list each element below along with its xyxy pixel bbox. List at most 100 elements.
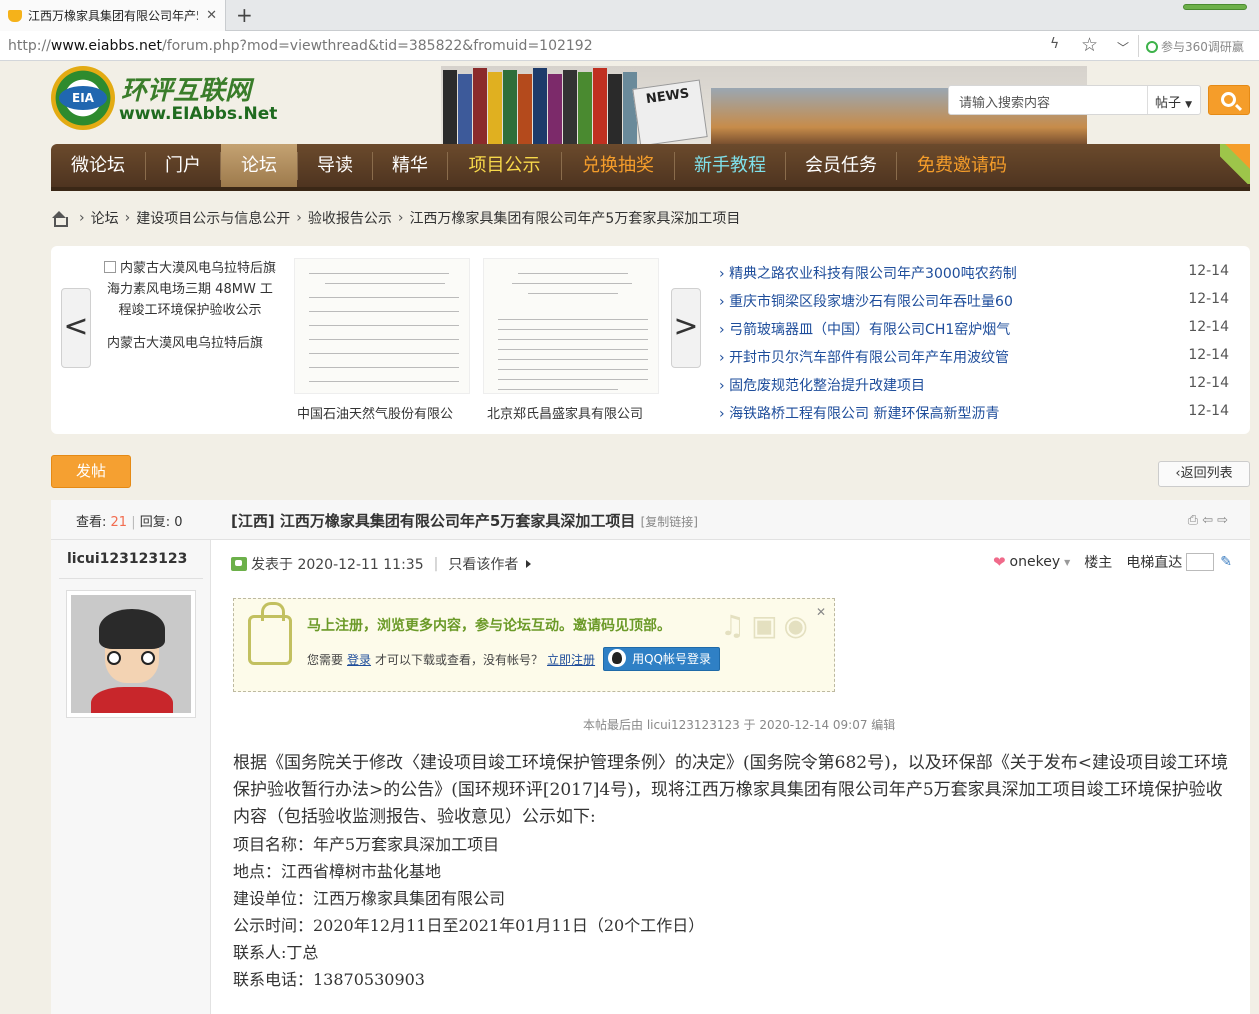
slider-next-button[interactable]: > xyxy=(671,288,701,368)
news-date: 12-14 xyxy=(1188,347,1229,363)
breadcrumb-category[interactable]: 建设项目公示与信息公开 xyxy=(136,208,290,228)
search-scope-select[interactable]: 帖子 ▼ xyxy=(1155,92,1192,111)
search-input[interactable]: 请输入搜索内容 帖子 ▼ xyxy=(948,85,1201,115)
search360-box[interactable]: 参与360调研赢 xyxy=(1146,38,1244,55)
news-title[interactable]: › 海铁路桥工程有限公司 新建环保高新型沥青 xyxy=(719,403,1039,423)
replies-label: 回复: xyxy=(139,515,171,530)
main-nav: 微论坛 门户 论坛 导读 精华 项目公示 兑换抽奖 新手教程 会员任务 免费邀请… xyxy=(51,144,1250,191)
broken-image-icon xyxy=(103,261,116,273)
nav-forum[interactable]: 论坛 xyxy=(221,144,297,187)
qq-login-button[interactable]: 用QQ帐号登录 xyxy=(603,647,720,671)
notice-line: 您需要 登录 才可以下载或查看，没有帐号？ 立即注册 用QQ帐号登录 xyxy=(307,647,720,671)
nav-project-notice[interactable]: 项目公示 xyxy=(448,144,561,187)
lock-icon xyxy=(248,602,292,665)
slider-caption-3[interactable]: 北京郑氏昌盛家具有限公司 xyxy=(487,403,643,422)
list-item[interactable]: › 精典之路农业科技有限公司年产3000吨农药制 12-14 xyxy=(719,260,1239,288)
register-link[interactable]: 立即注册 xyxy=(547,651,595,668)
list-item[interactable]: › 固危废规范化整治提升改建项目 12-14 xyxy=(719,372,1239,400)
print-icon[interactable]: ⎙ xyxy=(1188,513,1202,528)
media-deco-icon: ♫▣◉ xyxy=(720,609,814,642)
url-prefix: http:// xyxy=(8,38,51,54)
news-title[interactable]: › 重庆市铜梁区段家塘沙石有限公司年吞吐量60 xyxy=(719,291,1039,311)
slider-thumbnail-2[interactable] xyxy=(294,258,470,394)
close-tab-icon[interactable]: ✕ xyxy=(206,8,217,23)
list-item[interactable]: › 弓箭玻璃器皿（中国）有限公司CH1窑炉烟气 12-14 xyxy=(719,316,1239,344)
slider-prev-button[interactable]: < xyxy=(61,288,91,368)
search-button[interactable] xyxy=(1208,85,1250,115)
post-line: 建设单位：江西万橡家具集团有限公司 xyxy=(233,889,506,908)
elevator-label: 电梯直达 xyxy=(1126,555,1183,571)
onekey-menu[interactable]: onekey xyxy=(1010,554,1061,570)
back-to-list-button[interactable]: ‹返回列表 xyxy=(1158,461,1250,487)
post-line: 地点：江西省樟树市盐化基地 xyxy=(233,862,442,881)
only-author-link[interactable]: 只看该作者 xyxy=(448,554,518,574)
thread-header: 查看: 21 | 回复: 0 [江西] 江西万橡家具集团有限公司年产5万套家具深… xyxy=(51,500,1250,540)
star-icon[interactable]: ☆ xyxy=(1081,34,1098,56)
breadcrumb: › 论坛 › 建设项目公示与信息公开 › 验收报告公示 › 江西万橡家具集团有限… xyxy=(51,208,740,228)
browser-tab[interactable]: 江西万橡家具集团有限公司年产5 ✕ xyxy=(0,0,226,31)
login-link[interactable]: 登录 xyxy=(347,651,371,668)
site-logo[interactable]: EIA 环评互联网 www.EIAbbs.Net xyxy=(51,66,277,130)
copy-link-button[interactable]: [复制链接] xyxy=(641,515,698,529)
back-label: 返回列表 xyxy=(1180,466,1233,481)
address-bar[interactable]: http://www.eiabbs.net/forum.php?mod=view… xyxy=(0,31,1259,61)
nav-tutorial[interactable]: 新手教程 xyxy=(675,144,785,187)
post-content: 根据《国务院关于修改〈建设项目竣工环境保护管理条例〉的决定》(国务院令第682号… xyxy=(233,750,1233,993)
post-intro: 根据《国务院关于修改〈建设项目竣工环境保护管理条例〉的决定》(国务院令第682号… xyxy=(233,753,1228,827)
slider-thumbnail-3[interactable] xyxy=(483,258,659,394)
url-domain: www.eiabbs.net xyxy=(50,38,162,54)
nav-digest[interactable]: 精华 xyxy=(373,144,447,187)
news-date: 12-14 xyxy=(1188,291,1229,307)
qq-penguin-icon xyxy=(608,649,627,667)
news-title[interactable]: › 固危废规范化整治提升改建项目 xyxy=(719,375,1039,395)
breadcrumb-thread[interactable]: 江西万橡家具集团有限公司年产5万套家具深加工项目 xyxy=(409,208,740,228)
news-title[interactable]: › 弓箭玻璃器皿（中国）有限公司CH1窑炉烟气 xyxy=(719,319,1039,339)
notice-title: 马上注册，浏览更多内容，参与论坛互动。邀请码见顶部。 xyxy=(307,618,671,634)
thread-stats: 查看: 21 | 回复: 0 xyxy=(76,515,183,530)
close-icon[interactable]: ✕ xyxy=(816,605,826,619)
corner-decoration xyxy=(1220,144,1250,184)
nav-exchange-lottery[interactable]: 兑换抽奖 xyxy=(562,144,674,187)
post-body: 发表于 2020-12-11 11:35 | 只看该作者 ❤ onekey ▼ … xyxy=(213,540,1250,1014)
pen-icon[interactable]: ✎ xyxy=(1220,554,1232,570)
post-line: 联系电话：13870530903 xyxy=(233,970,425,989)
views-count: 21 xyxy=(110,515,128,530)
nav-invite-code[interactable]: 免费邀请码 xyxy=(897,144,1027,187)
prev-thread-icon[interactable]: ⇦ xyxy=(1202,513,1217,528)
news-title[interactable]: › 精典之路农业科技有限公司年产3000吨农药制 xyxy=(719,263,1039,283)
author-name[interactable]: licui123123123 xyxy=(67,551,187,567)
avatar-image xyxy=(71,595,191,713)
author-sidebar: licui123123123 xyxy=(51,540,211,1014)
url-text[interactable]: http://www.eiabbs.net/forum.php?mod=view… xyxy=(8,38,593,54)
list-item[interactable]: › 海铁路桥工程有限公司 新建环保高新型沥青 12-14 xyxy=(719,400,1239,428)
new-tab-icon[interactable]: + xyxy=(236,3,253,27)
new-post-button[interactable]: 发帖 xyxy=(51,455,131,488)
divider xyxy=(59,578,203,579)
chevron-down-icon[interactable]: ﹀ xyxy=(1117,39,1129,56)
list-item[interactable]: › 重庆市铜梁区段家塘沙石有限公司年吞吐量60 12-14 xyxy=(719,288,1239,316)
logo-badge: EIA xyxy=(59,86,107,110)
news-title[interactable]: › 开封市贝尔汽车部件有限公司年产车用波纹管 xyxy=(719,347,1039,367)
next-thread-icon[interactable]: ⇨ xyxy=(1217,513,1232,528)
chevron-right-icon: › xyxy=(296,210,302,226)
nav-guide[interactable]: 导读 xyxy=(298,144,372,187)
slider-image-broken[interactable]: 内蒙古大漠风电乌拉特后旗海力素风电场三期 48MW 工程竣工环境保护验收公示 xyxy=(101,258,279,321)
nav-portal[interactable]: 门户 xyxy=(146,144,220,187)
home-icon[interactable] xyxy=(51,211,68,227)
breadcrumb-board[interactable]: 验收报告公示 xyxy=(308,208,392,228)
avatar[interactable] xyxy=(66,590,196,718)
nav-member-tasks[interactable]: 会员任务 xyxy=(786,144,896,187)
tab-title: 江西万橡家具集团有限公司年产5 xyxy=(28,9,198,23)
nav-weiluntan[interactable]: 微论坛 xyxy=(51,144,145,187)
list-item[interactable]: › 开封市贝尔汽车部件有限公司年产车用波纹管 12-14 xyxy=(719,344,1239,372)
news-date: 12-14 xyxy=(1188,375,1229,391)
slider-caption-2[interactable]: 中国石油天然气股份有限公 xyxy=(297,403,453,422)
trophy-favicon-icon xyxy=(8,9,22,22)
breadcrumb-forum[interactable]: 论坛 xyxy=(91,208,119,228)
slider-caption-1[interactable]: 内蒙古大漠风电乌拉特后旗 xyxy=(107,332,263,351)
floor-label: 楼主 xyxy=(1084,555,1113,571)
elevator-input[interactable] xyxy=(1186,553,1215,571)
browser-tab-bar: 江西万橡家具集团有限公司年产5 ✕ + xyxy=(0,0,1259,31)
post-time: 发表于 2020-12-11 11:35 xyxy=(251,557,424,573)
lightning-icon[interactable]: ϟ xyxy=(1050,36,1059,52)
